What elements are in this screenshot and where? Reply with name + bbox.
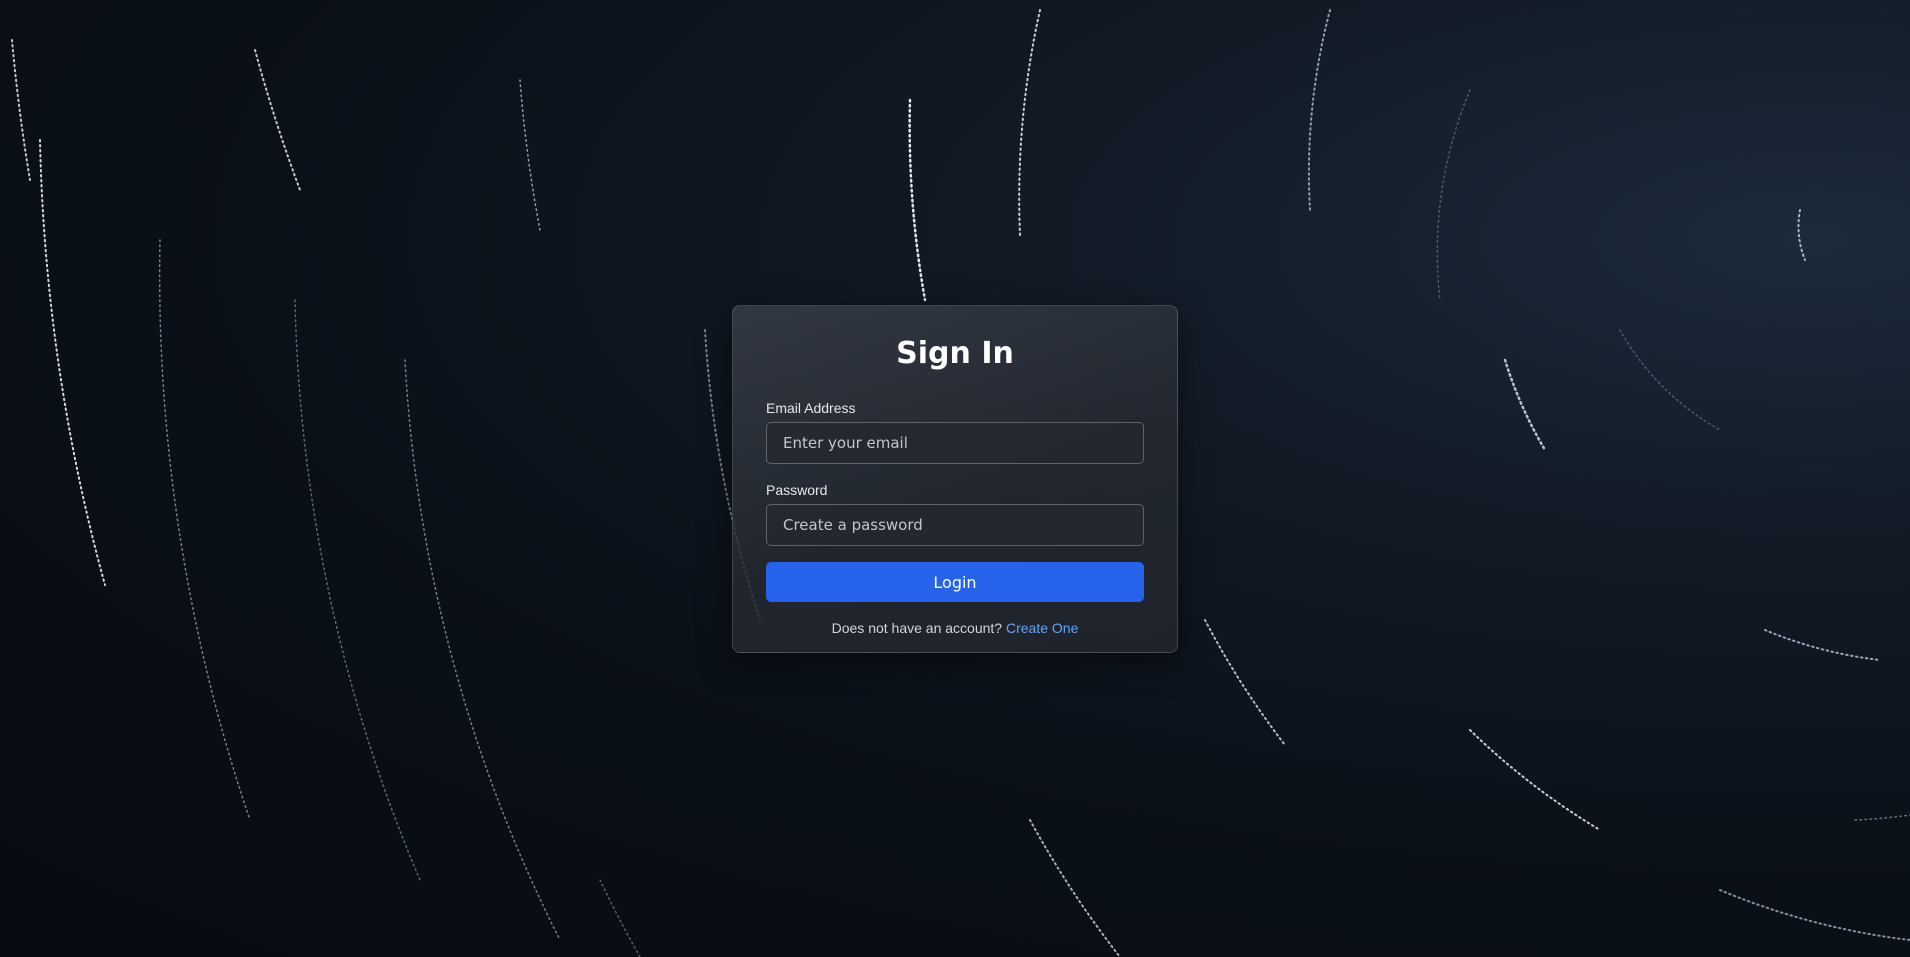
login-button[interactable]: Login [766, 562, 1144, 602]
password-field-group: Password [766, 482, 1144, 546]
signup-prompt-text: Does not have an account? [831, 620, 1003, 636]
signup-prompt: Does not have an account? Create One [766, 619, 1144, 637]
email-field-group: Email Address [766, 400, 1144, 464]
email-label: Email Address [766, 400, 856, 416]
create-account-link[interactable]: Create One [1006, 620, 1078, 636]
sign-in-card: Sign In Email Address Password Login Doe… [732, 305, 1178, 653]
password-input[interactable] [766, 504, 1144, 546]
email-input[interactable] [766, 422, 1144, 464]
page-title: Sign In [896, 336, 1014, 371]
password-label: Password [766, 482, 828, 498]
